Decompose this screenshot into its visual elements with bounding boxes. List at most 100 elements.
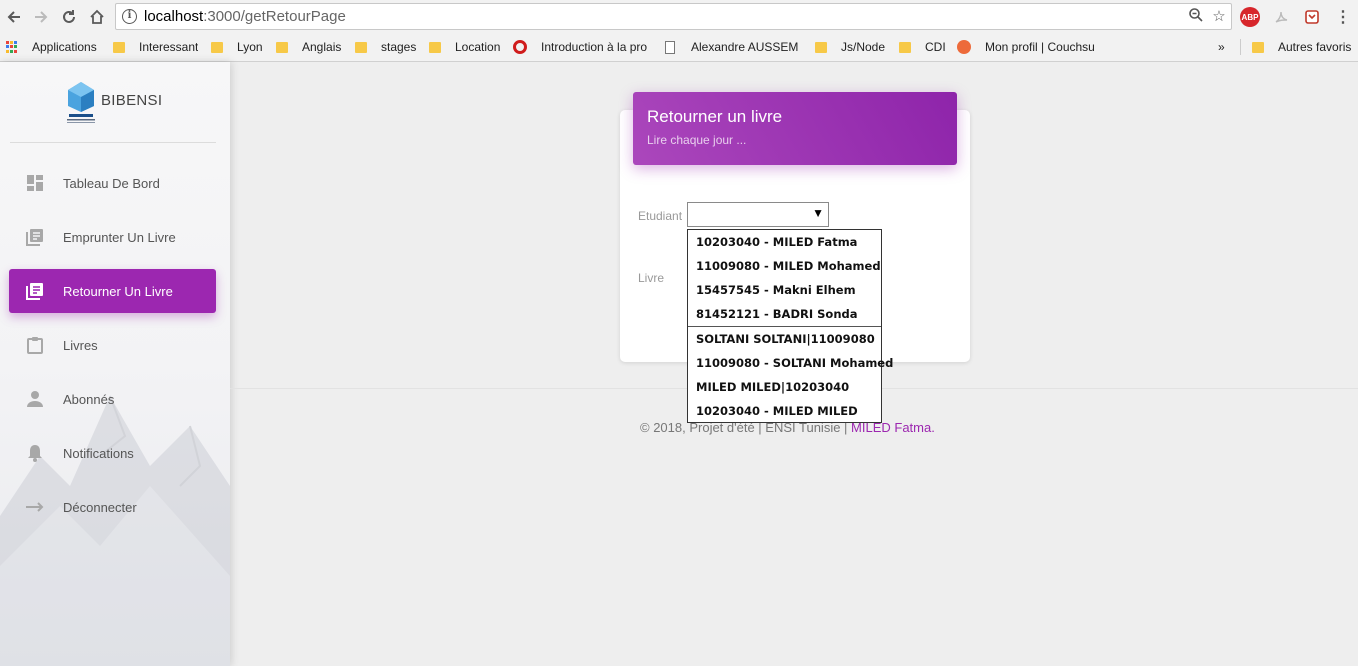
bookmark-interessant[interactable]: Interessant: [113, 38, 198, 56]
bookmark-stages[interactable]: stages: [355, 38, 416, 56]
back-button[interactable]: [2, 5, 26, 29]
bookmark-label: Anglais: [302, 40, 342, 54]
pocket-icon[interactable]: [1302, 7, 1322, 27]
home-icon: [90, 9, 104, 24]
sidebar-item-notifications[interactable]: Notifications: [9, 431, 216, 475]
bookmark-autres-favoris[interactable]: Autres favoris: [1252, 38, 1351, 56]
page-icon: [665, 40, 675, 54]
dropdown-option[interactable]: SOLTANI SOLTANI|11009080: [688, 327, 881, 351]
browser-toolbar: i localhost:3000/getRetourPage ☆ ABP ⋮: [0, 0, 1358, 34]
dashboard-icon: [25, 173, 45, 193]
dropdown-option[interactable]: 11009080 - SOLTANI Mohamed: [688, 351, 893, 375]
arrow-right-icon: [25, 497, 45, 517]
etudiant-select[interactable]: ▼: [687, 202, 829, 227]
bookmark-label: Location: [455, 40, 501, 54]
forward-button[interactable]: [29, 5, 53, 29]
sidebar-item-label: Livres: [63, 337, 98, 353]
bookmark-jsnode[interactable]: Js/Node: [815, 38, 885, 56]
address-bar[interactable]: i localhost:3000/getRetourPage ☆: [115, 3, 1232, 30]
url-path: :3000/getRetourPage: [203, 8, 346, 25]
couchsurfing-icon: [957, 40, 971, 54]
bookmark-cdi[interactable]: CDI: [899, 38, 946, 56]
sidebar-item-retourner-un-livre[interactable]: Retourner Un Livre: [9, 269, 216, 313]
bookmark-label: Interessant: [139, 40, 199, 54]
sidebar-divider: [10, 142, 216, 143]
etudiant-label: Etudiant: [638, 209, 683, 223]
sidebar-item-emprunter-un-livre[interactable]: Emprunter Un Livre: [9, 215, 216, 259]
arrow-right-icon: [35, 11, 48, 23]
bookmark-couchsurfing[interactable]: Mon profil | Couchsu: [957, 38, 1094, 56]
zoom-icon[interactable]: [1186, 7, 1206, 27]
url-text: localhost:3000/getRetourPage: [144, 8, 346, 25]
dropdown-option[interactable]: 15457545 - Makni Elhem: [688, 278, 881, 302]
card-title: Retourner un livre: [647, 107, 783, 126]
dropdown-option[interactable]: MILED MILED|10203040: [688, 375, 881, 399]
folder-icon: [211, 41, 223, 53]
bookmark-label: stages: [381, 40, 417, 54]
dropdown-arrow-icon: ▼: [812, 206, 824, 220]
apps-grid-icon: [6, 41, 18, 53]
card-header: Retourner un livre Lire chaque jour ...: [633, 92, 957, 165]
pdf-icon[interactable]: [1271, 7, 1291, 27]
logo-text: BIBENSI: [101, 92, 163, 109]
card-subtitle: Lire chaque jour ...: [647, 133, 747, 147]
bookmark-introduction[interactable]: Introduction à la pro: [513, 38, 649, 56]
sidebar-item-tableau-de-bord[interactable]: Tableau De Bord: [9, 161, 216, 205]
bookmark-location[interactable]: Location: [429, 38, 500, 56]
reload-button[interactable]: [57, 5, 81, 29]
sidebar-item-label: Tableau De Bord: [63, 175, 160, 191]
bookmarks-overflow-button[interactable]: »: [1218, 38, 1225, 56]
folder-icon: [276, 41, 288, 53]
folder-icon: [815, 41, 827, 53]
library-books-icon: [25, 281, 45, 301]
person-icon: [25, 389, 45, 409]
dropdown-option[interactable]: 81452121 - BADRI Sonda: [688, 302, 881, 326]
url-host: localhost: [144, 8, 204, 25]
bookmarks-separator: [1240, 39, 1241, 55]
sidebar-logo[interactable]: BIBENSI: [0, 62, 230, 142]
library-books-icon: [25, 227, 45, 247]
clipboard-icon: [25, 335, 45, 355]
sidebar-item-label: Emprunter Un Livre: [63, 229, 176, 245]
bookmark-anglais[interactable]: Anglais: [276, 38, 341, 56]
menu-icon[interactable]: ⋮: [1333, 7, 1353, 27]
bookmark-label: CDI: [925, 40, 946, 54]
bookmark-label: Autres favoris: [1278, 40, 1352, 54]
sidebar-item-abonnes[interactable]: Abonnés: [9, 377, 216, 421]
bookmark-applications[interactable]: Applications: [6, 38, 97, 56]
sidebar: BIBENSI Tableau De Bord Emprunter Un Liv…: [0, 62, 230, 666]
bookmarks-bar: Applications Interessant Lyon Anglais st…: [0, 34, 1358, 60]
sidebar-item-livres[interactable]: Livres: [9, 323, 216, 367]
folder-icon: [1252, 41, 1264, 53]
folder-icon: [113, 41, 125, 53]
adblock-icon[interactable]: ABP: [1240, 7, 1260, 27]
opera-icon: [513, 40, 527, 54]
bookmark-label: Alexandre AUSSEM |: [691, 40, 799, 54]
folder-icon: [355, 41, 367, 53]
bookmark-label: Lyon: [237, 40, 263, 54]
bookmark-lyon[interactable]: Lyon: [211, 38, 263, 56]
home-button[interactable]: [85, 5, 109, 29]
star-icon[interactable]: ☆: [1209, 7, 1229, 27]
bookmark-label: Introduction à la pro: [541, 40, 648, 54]
bookmark-label: Applications: [32, 40, 97, 54]
sidebar-item-label: Retourner Un Livre: [63, 283, 173, 299]
reload-icon: [63, 10, 75, 23]
arrow-left-icon: [7, 11, 20, 23]
bell-icon: [25, 443, 45, 463]
overflow-chevron-icon: »: [1218, 40, 1225, 54]
bookmark-label: Js/Node: [841, 40, 886, 54]
bookmark-alexandre[interactable]: Alexandre AUSSEM |: [665, 38, 799, 56]
info-icon[interactable]: i: [122, 9, 137, 24]
ensi-logo-icon: [67, 82, 95, 123]
folder-icon: [899, 41, 911, 53]
sidebar-item-deconnecter[interactable]: Déconnecter: [9, 485, 216, 529]
dropdown-option[interactable]: 10203040 - MILED Fatma: [688, 230, 881, 254]
folder-icon: [429, 41, 441, 53]
browser-chrome: i localhost:3000/getRetourPage ☆ ABP ⋮ A…: [0, 0, 1358, 62]
sidebar-item-label: Déconnecter: [63, 499, 137, 515]
dropdown-option[interactable]: 11009080 - MILED Mohamed: [688, 254, 881, 278]
sidebar-item-label: Notifications: [63, 445, 134, 461]
dropdown-option[interactable]: 10203040 - MILED MILED: [688, 399, 881, 423]
etudiant-dropdown-list: 10203040 - MILED Fatma 11009080 - MILED …: [687, 229, 893, 423]
